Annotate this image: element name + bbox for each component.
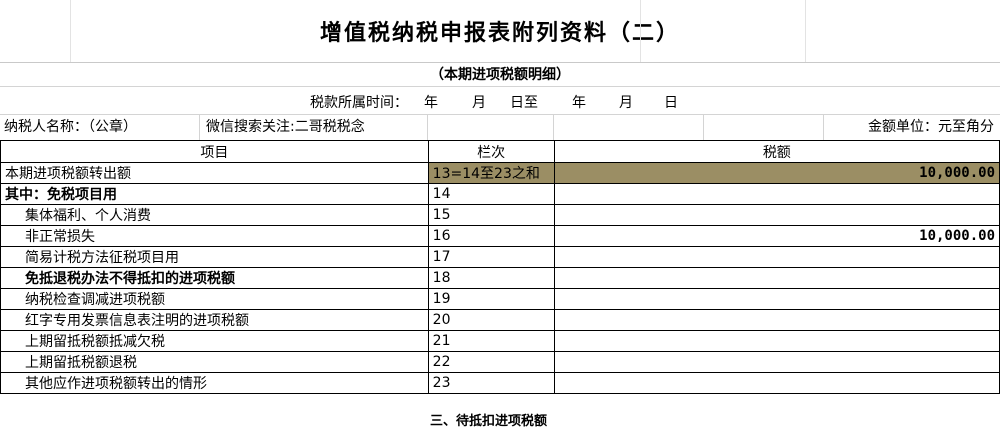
row-tax-amount-cell[interactable] [553,183,1000,205]
row-line-no-cell[interactable]: 15 [427,204,555,226]
row-line-no-cell[interactable]: 16 [427,225,555,247]
row-tax-amount-cell[interactable]: 10,000.00 [553,225,1000,247]
row-tax-amount-cell[interactable] [553,330,1000,352]
blank-cell[interactable] [428,114,554,140]
input-tax-detail-table: 项目 栏次 税额 本期进项税额转出额 13=14至23之和 10,000.00 其中：… [0,140,1000,394]
period-row: 税款所属时间： 年 月 日至 年 月 日 [0,86,1000,115]
period-year-end: 年 [572,95,586,111]
taxpayer-name-label: 纳税人名称：（公章） [0,114,200,140]
row-tax-amount-cell[interactable] [553,351,1000,373]
table-row: 红字专用发票信息表注明的进项税额 20 [0,309,1000,331]
row-item-cell[interactable]: 简易计税方法征税项目用 [0,246,429,268]
table-row: 简易计税方法征税项目用 17 [0,246,1000,268]
page-subtitle: （本期进项税额明细） [430,67,570,83]
table-row: 上期留抵税额抵减欠税 21 [0,330,1000,352]
row-item-cell[interactable]: 其他应作进项税额转出的情形 [0,372,429,394]
row-item-cell[interactable]: 集体福利、个人消费 [0,204,429,226]
row-line-no-cell[interactable]: 23 [427,372,555,394]
table-row: 本期进项税额转出额 13=14至23之和 10,000.00 [0,162,1000,184]
row-line-no-cell[interactable]: 22 [427,351,555,373]
period-day-end: 日 [664,95,678,111]
period-year-start: 年 [424,95,438,111]
row-tax-amount-cell[interactable] [553,372,1000,394]
blank-cell[interactable] [704,114,824,140]
row-line-no-cell[interactable]: 14 [427,183,555,205]
row-line-no-cell[interactable]: 19 [427,288,555,310]
header-item: 项目 [0,140,429,163]
row-line-no-cell[interactable]: 18 [427,267,555,289]
table-header-row: 项目 栏次 税额 [0,140,1000,163]
row-item-cell[interactable]: 上期留抵税额抵减欠税 [0,330,429,352]
row-item-cell[interactable]: 免抵退税办法不得抵扣的进项税额 [0,267,429,289]
spreadsheet: 增值税纳税申报表附列资料（二） （本期进项税额明细） 税款所属时间： 年 月 日… [0,0,1000,429]
row-tax-amount-cell[interactable] [553,246,1000,268]
amount-unit-label: 金额单位：元至角分 [868,119,994,135]
row-tax-amount-cell[interactable]: 10,000.00 [553,162,1000,184]
period-label: 税款所属时间： [310,95,408,111]
wechat-note: 微信搜索关注:二哥税税念 [200,114,428,140]
row-item-cell[interactable]: 上期留抵税额退税 [0,351,429,373]
next-section-title: 三、待抵扣进项税额 [430,414,548,429]
table-row: 其他应作进项税额转出的情形 23 [0,372,1000,394]
table-row: 非正常损失 16 10,000.00 [0,225,1000,247]
row-item-cell[interactable]: 其中：免税项目用 [0,183,429,205]
row-item-cell[interactable]: 纳税检查调减进项税额 [0,288,429,310]
header-tax-amount: 税额 [553,140,1000,163]
row-tax-amount-cell[interactable] [553,204,1000,226]
title-row: 增值税纳税申报表附列资料（二） [0,0,1000,63]
table-row: 其中：免税项目用 14 [0,183,1000,205]
table-row: 免抵退税办法不得抵扣的进项税额 18 [0,267,1000,289]
row-tax-amount-cell[interactable] [553,288,1000,310]
row-item-cell[interactable]: 非正常损失 [0,225,429,247]
row-item-cell[interactable]: 红字专用发票信息表注明的进项税额 [0,309,429,331]
table-row: 集体福利、个人消费 15 [0,204,1000,226]
period-day-to: 日至 [510,95,538,111]
row-item-cell[interactable]: 本期进项税额转出额 [0,162,429,184]
header-line-no: 栏次 [427,140,555,163]
blank-cell[interactable] [554,114,704,140]
row-tax-amount-cell[interactable] [553,309,1000,331]
table-row: 上期留抵税额退税 22 [0,351,1000,373]
row-line-no-cell[interactable]: 20 [427,309,555,331]
page-title: 增值税纳税申报表附列资料（二） [319,21,680,46]
period-month-end: 月 [619,95,633,111]
subtitle-row: （本期进项税额明细） [0,62,1000,87]
row-tax-amount-cell[interactable] [553,267,1000,289]
period-month-start: 月 [472,95,486,111]
row-line-no-cell[interactable]: 13=14至23之和 [427,162,555,184]
taxpayer-info-row: 纳税人名称：（公章） 微信搜索关注:二哥税税念 金额单位：元至角分 [0,114,1000,141]
table-row: 纳税检查调减进项税额 19 [0,288,1000,310]
row-line-no-cell[interactable]: 21 [427,330,555,352]
row-line-no-cell[interactable]: 17 [427,246,555,268]
